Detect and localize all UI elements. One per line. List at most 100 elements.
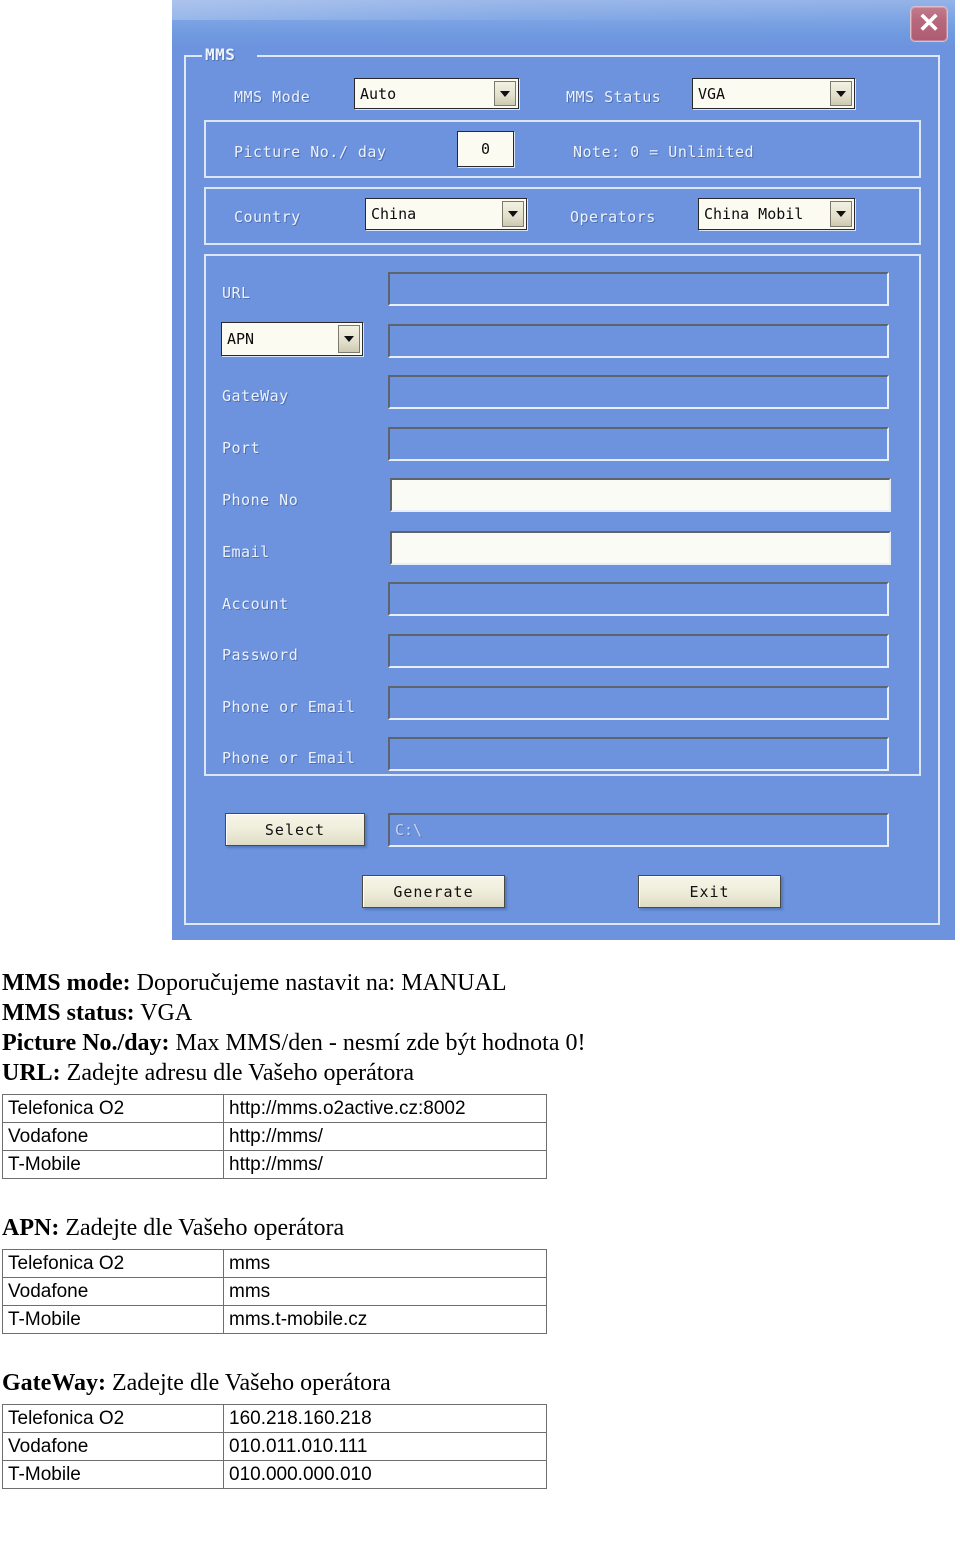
operator-name: Telefonica O2 [2,1094,224,1123]
phone-or-email-1-label: Phone or Email [222,698,356,716]
doc-head-url-text: Zadejte adresu dle Vašeho operátora [60,1060,415,1086]
doc-line-mms-mode-key: MMS mode: [2,970,131,996]
country-label: Country [234,208,301,226]
operator-name: T-Mobile [2,1305,224,1334]
phone-or-email-1-input[interactable] [388,686,889,720]
path-input[interactable]: C:\ [388,813,889,847]
operators-value: China Mobil [704,205,804,223]
doc-head-gateway: GateWay: Zadejte dle Vašeho operátora [0,1368,960,1398]
operator-name: Vodafone [2,1277,224,1306]
mms-mode-label: MMS Mode [234,88,311,106]
table-row: Vodafone mms [2,1277,547,1306]
doc-head-apn-text: Zadejte dle Vašeho operátora [59,1215,345,1241]
phone-no-input[interactable] [390,478,891,512]
mms-status-label: MMS Status [566,88,662,106]
doc-line-mms-status: MMS status: VGA [0,998,960,1028]
account-input[interactable] [388,582,889,616]
exit-button[interactable]: Exit [638,875,781,908]
table-row: Vodafone 010.011.010.111 [2,1432,547,1461]
apn-type-select[interactable]: APN [221,322,363,356]
doc-head-apn: APN: Zadejte dle Vašeho operátora [0,1213,960,1243]
apn-operator-table: Telefonica O2 mms Vodafone mms T-Mobile … [2,1249,547,1334]
apn-type-value: APN [227,330,255,348]
country-value: China [371,205,417,223]
window-body: MMS MMS Mode Auto MMS Status VGA Picture… [172,45,955,940]
operator-value: http://mms.o2active.cz:8002 [223,1094,547,1123]
operator-name: Telefonica O2 [2,1249,224,1278]
operator-value: 010.011.010.111 [223,1432,547,1461]
doc-head-url: URL: Zadejte adresu dle Vašeho operátora [0,1058,960,1088]
phone-or-email-2-input[interactable] [388,737,889,771]
unlimited-note: Note: 0 = Unlimited [573,143,755,161]
operator-value: mms [223,1249,547,1278]
mms-mode-value: Auto [360,84,397,103]
operator-name: T-Mobile [2,1150,224,1179]
doc-head-apn-key: APN: [2,1215,60,1241]
mms-config-screenshot: ✕ MMS MMS Mode Auto MMS Status VGA Pictu… [172,0,955,940]
phone-no-label: Phone No [222,491,299,509]
gateway-input[interactable] [388,375,889,409]
close-icon: ✕ [917,8,941,38]
generate-button[interactable]: Generate [362,875,505,908]
doc-line-picture-no-text: Max MMS/den - nesmí zde být hodnota 0! [169,1030,586,1056]
operator-value: http://mms/ [223,1122,547,1151]
operator-value: mms.t-mobile.cz [223,1305,547,1334]
doc-head-gateway-text: Zadejte dle Vašeho operátora [105,1370,391,1396]
mms-mode-select[interactable]: Auto [354,78,519,109]
table-row: T-Mobile 010.000.000.010 [2,1460,547,1489]
table-row: Vodafone http://mms/ [2,1122,547,1151]
mms-status-select[interactable]: VGA [692,78,855,109]
email-input[interactable] [390,531,891,565]
operator-value: http://mms/ [223,1150,547,1179]
select-button[interactable]: Select [225,813,365,846]
groupbox-legend: MMS [205,45,236,64]
url-label: URL [222,284,251,302]
mms-status-value: VGA [698,84,726,103]
chevron-down-icon[interactable] [338,325,360,353]
doc-line-mms-mode: MMS mode: Doporučujeme nastavit na: MANU… [0,968,960,998]
operator-name: Telefonica O2 [2,1404,224,1433]
url-input[interactable] [388,272,889,306]
close-button[interactable]: ✕ [910,6,948,42]
operator-name: Vodafone [2,1432,224,1461]
table-row: Telefonica O2 mms [2,1249,547,1278]
operators-select[interactable]: China Mobil [698,198,855,230]
table-row: Telefonica O2 160.218.160.218 [2,1404,547,1433]
titlebar-sheen [172,0,955,20]
port-input[interactable] [388,427,889,461]
email-label: Email [222,543,270,561]
chevron-down-icon[interactable] [494,81,516,106]
operator-name: T-Mobile [2,1460,224,1489]
doc-head-url-key: URL: [2,1060,61,1086]
chevron-down-icon[interactable] [830,81,852,106]
path-value: C:\ [395,821,423,839]
picture-no-value: 0 [480,140,491,158]
apn-input[interactable] [388,324,889,358]
doc-line-mms-status-key: MMS status: [2,1000,135,1026]
chevron-down-icon[interactable] [502,201,524,227]
url-operator-table: Telefonica O2 http://mms.o2active.cz:800… [2,1094,547,1179]
gateway-label: GateWay [222,387,289,405]
doc-line-mms-status-text: VGA [134,1000,193,1026]
operator-value: mms [223,1277,547,1306]
table-row: T-Mobile http://mms/ [2,1150,547,1179]
country-select[interactable]: China [365,198,527,230]
operator-value: 010.000.000.010 [223,1460,547,1489]
groupbox-rule-left [184,55,202,57]
documentation-body: MMS mode: Doporučujeme nastavit na: MANU… [0,968,960,1493]
port-label: Port [222,439,261,457]
groupbox-rule-right [257,55,940,57]
chevron-down-icon[interactable] [830,201,852,227]
doc-line-picture-no-key: Picture No./day: [2,1030,170,1056]
password-label: Password [222,646,299,664]
doc-line-mms-mode-text: Doporučujeme nastavit na: MANUAL [130,970,507,996]
table-row: T-Mobile mms.t-mobile.cz [2,1305,547,1334]
operator-name: Vodafone [2,1122,224,1151]
password-input[interactable] [388,634,889,668]
operator-value: 160.218.160.218 [223,1404,547,1433]
table-row: Telefonica O2 http://mms.o2active.cz:800… [2,1094,547,1123]
picture-no-input[interactable]: 0 [457,131,514,167]
doc-head-gateway-key: GateWay: [2,1370,106,1396]
